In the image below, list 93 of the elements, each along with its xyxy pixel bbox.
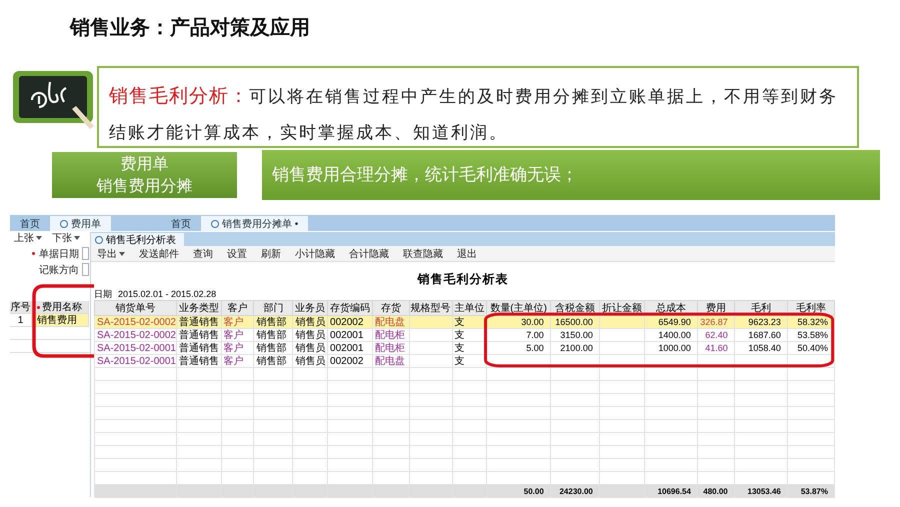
table-cell: 支	[454, 330, 465, 340]
table-cell: 销售员	[295, 342, 326, 354]
table-cell: 支	[454, 342, 465, 354]
toolbar-button[interactable]: 上张	[12, 231, 44, 245]
date-range: 2015.02.01 - 2015.02.28	[118, 289, 216, 299]
table-cell: 7.00	[526, 330, 544, 340]
table-cell: 50.40%	[797, 342, 828, 352]
field-label: 单据日期	[32, 246, 79, 260]
intro-text: 销售毛利分析：可以将在销售过程中产生的及时费用分摊到立账单据上，不用等到财务结账才能计算成本，实时掌握成本、知道利润。	[97, 66, 859, 148]
column-header: 客户	[221, 300, 254, 316]
total-cell: 24230.00	[559, 486, 593, 496]
table-cell: 配电柜	[374, 330, 405, 340]
toolbar-button[interactable]: 刷新	[259, 246, 283, 260]
column-header: 存货编码	[328, 300, 372, 316]
toolbar-button[interactable]: 设置	[225, 246, 249, 260]
table-cell: 客户	[224, 356, 244, 366]
date-label: 日期	[94, 288, 112, 300]
table-cell: 30.00	[521, 316, 544, 326]
column-header: 规格型号	[409, 300, 452, 316]
table-cell: 销售部	[256, 342, 286, 354]
tab[interactable]: 销售毛利分析表	[91, 233, 184, 246]
table-cell: 客户	[224, 330, 244, 340]
callout-banner: 销售费用合理分摊，统计毛利准确无误；	[262, 150, 880, 200]
table-cell: 销售员	[295, 316, 326, 328]
table-cell: 普通销售	[178, 316, 219, 328]
table-cell: 1687.60	[748, 330, 781, 340]
total-cell: 480.00	[703, 486, 728, 496]
tab[interactable]: 销售费用分摊单 •	[201, 216, 308, 231]
toolbar-button[interactable]: 合计隐藏	[347, 246, 391, 260]
table-cell: SA-2015-02-0002	[97, 330, 176, 340]
table-cell: 326.87	[700, 316, 728, 326]
table-cell: 销售部	[256, 316, 286, 328]
slide-title: 销售业务：产品对策及应用	[68, 14, 311, 41]
table-cell: 1058.40	[748, 342, 781, 352]
toolbar-button[interactable]: 退出	[455, 246, 479, 260]
table-cell: 销售部	[256, 330, 286, 340]
table-cell: 销售部	[256, 356, 286, 366]
table-cell: 普通销售	[178, 356, 219, 366]
table-cell: 002001	[330, 330, 364, 340]
column-header: 业务类型	[176, 300, 222, 316]
table-cell: 53.58%	[797, 330, 828, 340]
table-cell: 普通销售	[178, 330, 219, 340]
table-cell: 销售员	[295, 356, 326, 366]
column-header: 部门	[254, 300, 293, 316]
toolbar-button[interactable]: 下张	[50, 231, 82, 245]
toolbar-button[interactable]: 导出	[95, 246, 127, 260]
column-header: 主单位	[452, 300, 487, 316]
table-cell: 支	[454, 316, 465, 328]
tab[interactable]: 首页	[10, 216, 50, 231]
table-cell: 9623.23	[748, 316, 781, 326]
table-cell: 41.60	[705, 342, 728, 352]
total-cell: 10696.54	[658, 486, 691, 496]
total-cell: 53.87%	[800, 486, 828, 496]
column-header: 销货单号	[94, 300, 176, 316]
table-cell: 16500.00	[555, 316, 593, 326]
table-cell: 客户	[224, 316, 244, 328]
toolbar-button[interactable]: 查询	[191, 246, 215, 260]
table-cell: 62.40	[705, 330, 728, 340]
column-header: 费用名称	[32, 301, 89, 314]
table-cell: 配电柜	[374, 342, 405, 354]
table-cell: SA-2015-02-0002	[97, 316, 176, 328]
report-title: 销售毛利分析表	[416, 271, 510, 288]
table-cell: 销售费用	[32, 314, 89, 327]
column-header: 序号	[10, 301, 32, 314]
table-cell: 5.00	[526, 342, 544, 352]
total-cell: 13053.46	[748, 486, 781, 496]
column-header: 业务员	[292, 300, 328, 316]
table-cell: 3150.00	[560, 330, 593, 340]
table-cell: 支	[454, 356, 465, 366]
table-cell: 1000.00	[658, 342, 691, 352]
callout-label: 费用单 销售费用分摊	[52, 152, 237, 198]
table-cell: 销售员	[295, 330, 326, 340]
table-cell: 002001	[330, 342, 364, 354]
total-cell: 50.00	[524, 486, 544, 496]
table-cell: 配电盘	[374, 356, 405, 366]
table-cell: 客户	[224, 342, 244, 354]
table-cell: SA-2015-02-0001	[97, 356, 176, 366]
table-cell: 2100.00	[560, 342, 593, 352]
table-cell: 58.32%	[797, 316, 828, 326]
table-cell: 002002	[330, 316, 364, 328]
field-label: 记账方向	[39, 264, 79, 276]
table-cell: 配电盘	[374, 316, 405, 328]
column-header: 存货	[372, 300, 410, 316]
toolbar-button[interactable]: 发送邮件	[137, 246, 181, 260]
toolbar-button[interactable]: 联查隐藏	[401, 246, 445, 260]
tab[interactable]: 费用单	[50, 216, 111, 231]
table-cell: SA-2015-02-0001	[97, 342, 176, 354]
table-cell: 6549.90	[658, 316, 691, 326]
table-cell: 1400.00	[658, 330, 691, 340]
toolbar-button[interactable]: 小计隐藏	[293, 246, 337, 260]
table-cell: 普通销售	[178, 342, 219, 354]
table-cell: 002002	[330, 356, 364, 366]
tab[interactable]: 首页	[161, 216, 201, 231]
